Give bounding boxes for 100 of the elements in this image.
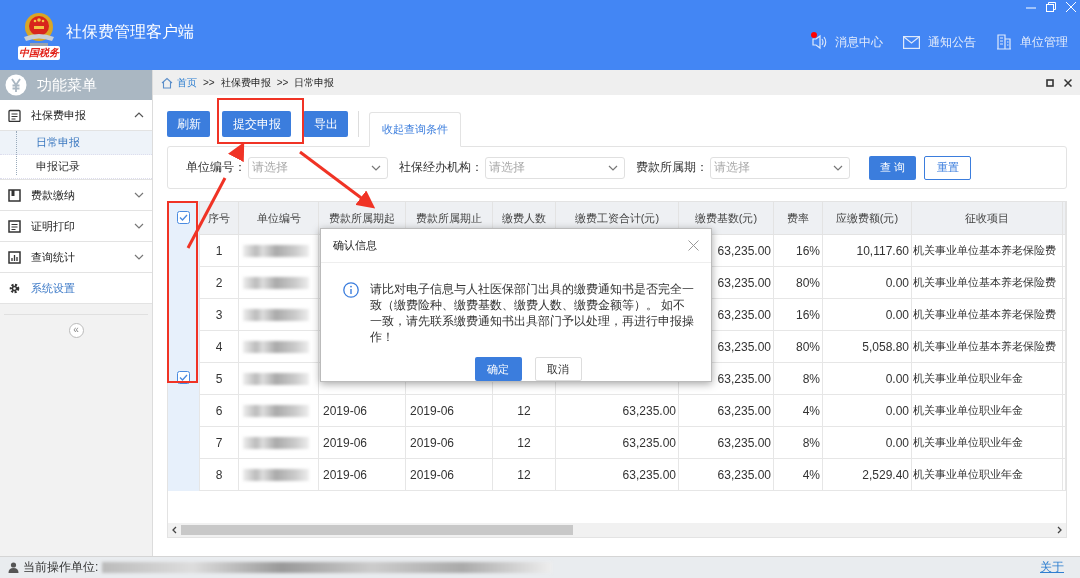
table-cell: 16% (795, 307, 820, 322)
table-cell: 6 (215, 403, 223, 418)
sidebar-subitem[interactable]: 日常申报 (0, 131, 152, 155)
table-cell: 63,235.00 (717, 339, 771, 354)
table-cell: 机关事业单位职业年金 (913, 403, 1023, 416)
breadcrumb-separator: >> (276, 77, 289, 88)
confirm-button[interactable]: 确定 (474, 357, 522, 381)
search-button[interactable]: 查 询 (869, 155, 916, 180)
toggle-tab[interactable]: 收起查询条件 (369, 112, 461, 147)
table-cell: 机关事业单位职业年金 (913, 371, 1023, 384)
table-cell: 8% (802, 435, 820, 450)
restore-icon[interactable] (1046, 2, 1056, 12)
column-header: 应缴费额(元) (835, 211, 899, 224)
table-cell: 4 (215, 339, 223, 354)
scrollbar-thumb[interactable] (181, 525, 573, 535)
app-title: 社保费管理客户端 (66, 21, 194, 42)
scroll-right-icon[interactable] (1057, 526, 1062, 534)
chevron-up-icon (134, 112, 144, 118)
sidebar-item[interactable]: 证明打印 (0, 211, 152, 242)
status-label: 当前操作单位: (23, 559, 99, 576)
chart-icon (8, 250, 21, 264)
header-nav-link[interactable]: 单位管理 (996, 31, 1068, 53)
table-cell: 机关事业单位基本养老保险费 (913, 339, 1056, 352)
table-cell: 8% (802, 371, 820, 386)
blurred-text (243, 309, 309, 322)
header-nav-link[interactable]: 消息中心 (811, 31, 883, 53)
table-cell: 63,235.00 (717, 435, 771, 450)
toolbar-button[interactable]: 提交申报 (222, 111, 291, 137)
sidebar-item[interactable]: 查询统计 (0, 242, 152, 273)
table-cell: 12 (517, 403, 531, 418)
select-field[interactable]: 请选择 (485, 156, 625, 179)
maximize-icon[interactable] (1046, 78, 1054, 87)
user-icon (8, 562, 19, 573)
close-icon[interactable] (1064, 78, 1072, 87)
dialog-message: 请比对电子信息与人社医保部门出具的缴费通知书是否完全一致（缴费险种、缴费基数、缴费人数、缴费金额等）。 如不一致，请先联系缴费通知书出具部门予以处理，再进行申报操作！ (370, 282, 695, 345)
logo-caption: 中国税务 (18, 46, 60, 60)
collapse-button[interactable]: « (68, 323, 84, 338)
table-cell: 8 (215, 467, 223, 482)
envelope-icon (903, 35, 920, 49)
table-cell: 0.00 (885, 435, 909, 450)
horizontal-scrollbar[interactable] (168, 523, 1066, 537)
reset-button[interactable]: 重置 (924, 155, 971, 180)
toolbar-button[interactable]: 导出 (303, 111, 348, 137)
blurred-text (243, 277, 309, 290)
chevron-down-icon (134, 192, 144, 198)
sidebar-item[interactable]: 社保费申报 (0, 100, 152, 131)
table-cell: 63,235.00 (717, 275, 771, 290)
column-header: 费率 (787, 211, 809, 224)
about-link[interactable]: 关于 (1040, 559, 1064, 576)
breadcrumb-link[interactable]: 首页 (177, 75, 197, 90)
blurred-text (243, 341, 309, 354)
column-header: 序号 (208, 211, 230, 224)
table-cell: 80% (795, 275, 820, 290)
table-cell: 5 (215, 371, 223, 386)
blurred-text (243, 469, 309, 482)
column-header: 单位编号 (256, 211, 301, 224)
chevron-down-icon (134, 223, 144, 229)
table-cell: 2019-06 (323, 435, 368, 450)
column-header: 缴费工资合计(元) (574, 211, 660, 224)
table-cell: 机关事业单位基本养老保险费 (913, 243, 1056, 256)
filter-label: 单位编号： (186, 159, 246, 176)
sidebar-item[interactable]: 费款缴纳 (0, 180, 152, 211)
column-header: 费款所属期止 (416, 211, 482, 224)
toolbar-button[interactable]: 刷新 (167, 111, 210, 137)
chevron-down-icon (833, 164, 843, 171)
calendar-icon (8, 108, 21, 122)
table-cell: 2019-06 (410, 435, 455, 450)
table-cell: 80% (795, 339, 820, 354)
checkbox[interactable] (177, 210, 190, 224)
select-field[interactable]: 请选择 (248, 156, 388, 179)
table-cell: 2,529.40 (862, 467, 909, 482)
cancel-button[interactable]: 取消 (534, 357, 582, 381)
table-cell: 机关事业单位基本养老保险费 (913, 275, 1056, 288)
table-cell: 3 (215, 307, 223, 322)
blurred-text (243, 437, 309, 450)
table-cell: 7 (215, 435, 223, 450)
table-cell: 机关事业单位职业年金 (913, 467, 1023, 480)
table-cell: 63,235.00 (622, 435, 676, 450)
header-nav-link[interactable]: 通知公告 (903, 31, 976, 53)
table-cell: 5,058.80 (862, 339, 909, 354)
table-cell: 0.00 (885, 403, 909, 418)
home-icon (161, 76, 173, 89)
table-cell: 12 (517, 467, 531, 482)
column-header: 缴费人数 (502, 211, 546, 224)
table-cell: 63,235.00 (622, 403, 676, 418)
table-cell: 0.00 (885, 275, 909, 290)
table-cell: 63,235.00 (717, 371, 771, 386)
scroll-left-icon[interactable] (172, 526, 177, 534)
table-cell: 4% (802, 467, 820, 482)
yen-icon (5, 74, 27, 96)
table-cell: 2019-06 (323, 467, 368, 482)
chevron-down-icon (371, 164, 381, 171)
select-field[interactable]: 请选择 (710, 156, 850, 179)
table-cell: 机关事业单位职业年金 (913, 435, 1023, 448)
speaker-icon (811, 34, 827, 50)
sidebar-subitem[interactable]: 申报记录 (0, 155, 152, 179)
table-cell: 2019-06 (410, 403, 455, 418)
document-icon (8, 219, 21, 233)
sidebar-item[interactable]: 系统设置 (0, 273, 152, 304)
table-cell: 10,117.60 (856, 243, 909, 258)
